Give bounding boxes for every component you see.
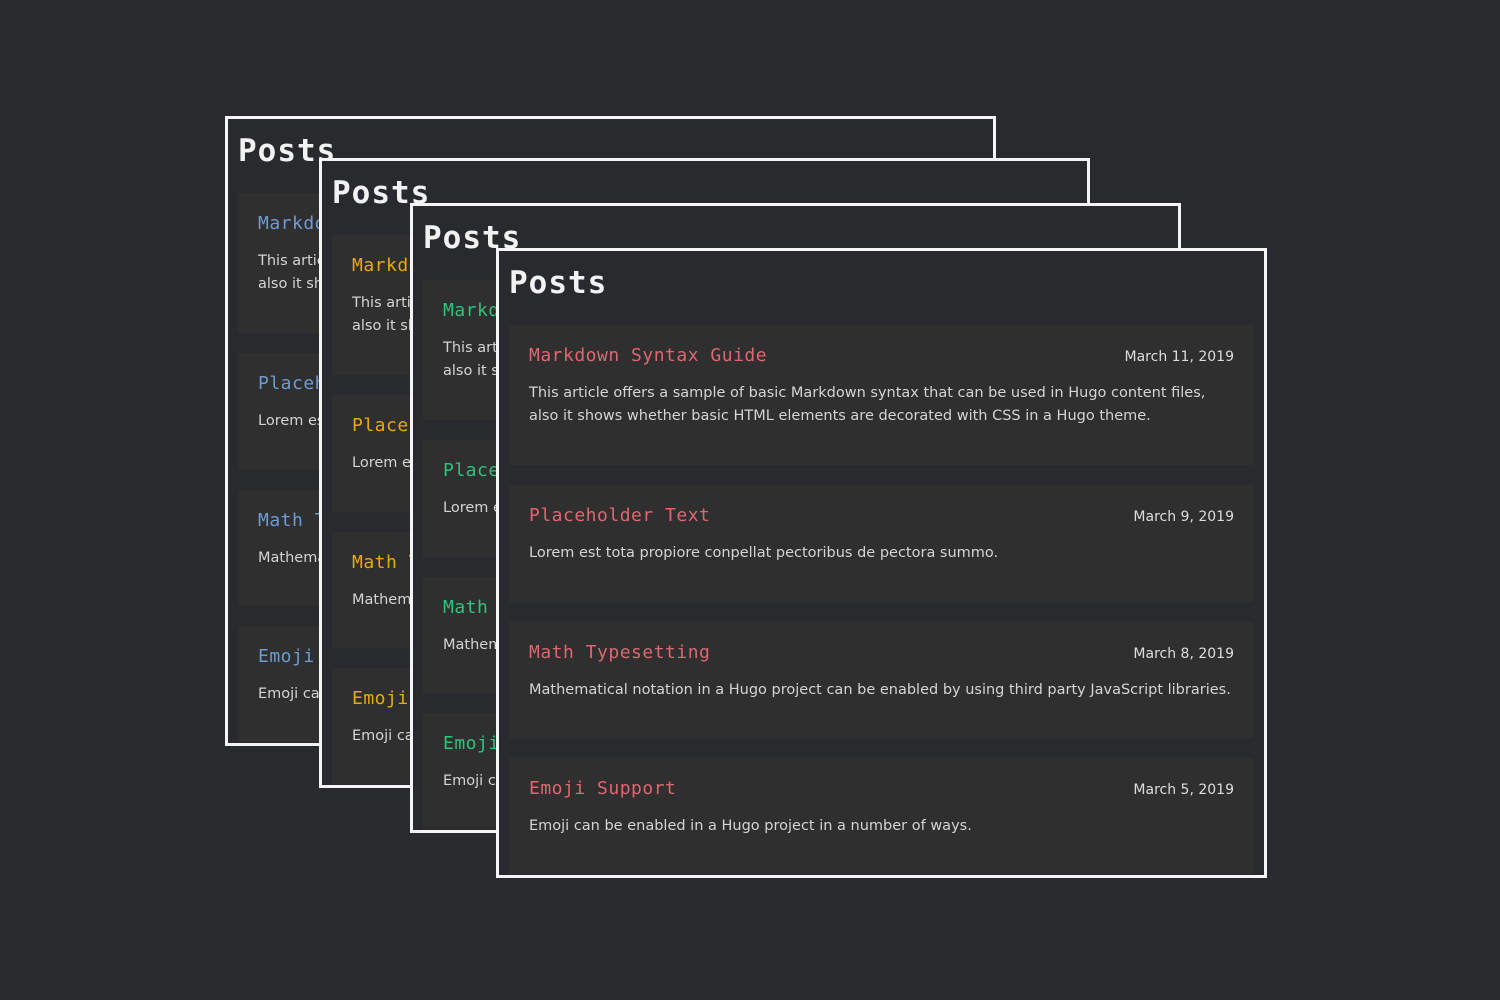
post-date: March 8, 2019 — [1133, 646, 1234, 662]
post-card[interactable]: Math Typesetting March 8, 2019 Mathemati… — [509, 622, 1254, 738]
post-summary: This article offers a sample of basic Ma… — [529, 385, 1206, 424]
post-title-link[interactable]: Math Typesetting — [529, 642, 710, 663]
page-title: Posts — [509, 265, 608, 301]
post-summary: Lorem est tota propiore conpellat pector… — [529, 545, 999, 561]
post-date: March 11, 2019 — [1124, 349, 1234, 365]
post-date: March 5, 2019 — [1133, 782, 1234, 798]
post-summary: Emoji can be enabled in a Hugo project i… — [529, 818, 972, 834]
post-title-link[interactable]: Emoji Support — [529, 778, 676, 799]
posts-window-variant-4: Posts Markdown Syntax Guide March 11, 20… — [496, 248, 1267, 878]
post-summary: Mathematical notation in a Hugo project … — [529, 682, 1231, 698]
post-title-link[interactable]: Placeholder Text — [529, 505, 710, 526]
post-card[interactable]: Emoji Support March 5, 2019 Emoji can be… — [509, 758, 1254, 874]
post-card[interactable]: Placeholder Text March 9, 2019 Lorem est… — [509, 485, 1254, 602]
post-title-link[interactable]: Markdown Syntax Guide — [529, 345, 767, 366]
post-card[interactable]: Markdown Syntax Guide March 11, 2019 Thi… — [509, 325, 1254, 465]
post-date: March 9, 2019 — [1133, 509, 1234, 525]
